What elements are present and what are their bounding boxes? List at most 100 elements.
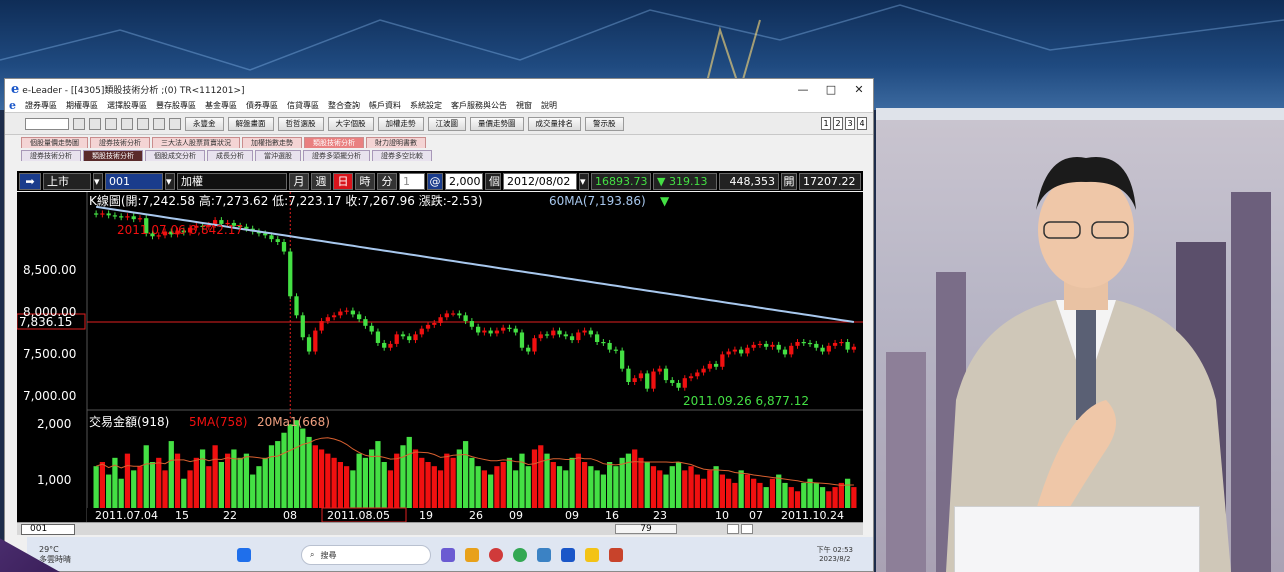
- index-change: ▼ 319.13: [653, 172, 717, 190]
- tab-item[interactable]: 證券多頭擺分析: [303, 150, 370, 161]
- close-button[interactable]: ✕: [845, 83, 873, 96]
- toolbar-button[interactable]: 成交量排名: [527, 116, 581, 131]
- period-day-button[interactable]: 日: [333, 172, 353, 190]
- menu-item[interactable]: 說明: [541, 100, 557, 111]
- candle: [726, 351, 731, 355]
- tab-item-active[interactable]: 類股技術分析: [83, 150, 143, 161]
- chart-control-bar: ➡ 上市 ▾ 001 ▾ 加權 月 週 日 時 分 1 @ 2,000 個 20…: [17, 171, 863, 191]
- tab-item[interactable]: 加權指數走勢: [242, 137, 302, 148]
- powerpoint-icon[interactable]: [609, 548, 623, 562]
- menu-item[interactable]: 證券專區: [25, 100, 57, 111]
- tab-item[interactable]: 三大法人股票買賣狀況: [152, 137, 240, 148]
- volume-bar: [581, 462, 588, 508]
- meet-icon[interactable]: [441, 548, 455, 562]
- tool-icon[interactable]: [153, 117, 165, 130]
- chart-area[interactable]: K線圖(開:7,242.58 高:7,273.62 低:7,223.17 收:7…: [17, 192, 863, 535]
- app-icon[interactable]: [489, 548, 503, 562]
- eleader-taskbar-icon[interactable]: [561, 548, 575, 562]
- menu-item[interactable]: 信貸專區: [287, 100, 319, 111]
- period-hour-button[interactable]: 時: [355, 172, 375, 190]
- kline-info: K線圖(開:7,242.58 高:7,273.62 低:7,223.17 收:7…: [89, 193, 483, 208]
- menu-item[interactable]: 帳戶資料: [369, 100, 401, 111]
- candle: [820, 347, 825, 352]
- chrome-icon[interactable]: [513, 548, 527, 562]
- menu-item[interactable]: 期權專區: [66, 100, 98, 111]
- volume-bar: [193, 457, 199, 508]
- period-month-button[interactable]: 月: [289, 172, 309, 190]
- period-minute-button[interactable]: 分: [377, 172, 397, 190]
- toolbar-button[interactable]: 量價走勢圖: [470, 116, 524, 131]
- toolbar-button[interactable]: 江波圖: [427, 116, 466, 131]
- volume-bar: [275, 441, 281, 508]
- taskbar-clock[interactable]: 下午 02:53 2023/8/2: [817, 546, 873, 564]
- period-week-button[interactable]: 週: [311, 172, 331, 190]
- toolbar-button[interactable]: 永豐金: [185, 116, 224, 131]
- period-count-input[interactable]: 1: [399, 172, 425, 190]
- tab-item[interactable]: 財力證明書數: [366, 137, 426, 148]
- maximize-button[interactable]: □: [817, 83, 845, 96]
- toolbar-button[interactable]: 警示股: [585, 116, 624, 131]
- menu-item[interactable]: 豐存股專區: [156, 100, 196, 111]
- tab-item[interactable]: 證券多空比較: [372, 150, 432, 161]
- tab-item[interactable]: 證券技術分析: [90, 137, 150, 148]
- tab-item[interactable]: 證券技術分析: [21, 150, 81, 161]
- account-select[interactable]: [25, 117, 69, 130]
- taskbar-search-box[interactable]: ⌕ 搜尋: [301, 545, 431, 565]
- chevron-down-icon[interactable]: ▾: [165, 172, 175, 190]
- tool-icon[interactable]: [89, 117, 101, 130]
- tool-icon[interactable]: [73, 117, 85, 130]
- chevron-down-icon[interactable]: ▾: [93, 172, 103, 190]
- toolbar-button[interactable]: 解盤畫面: [227, 116, 274, 131]
- minimize-button[interactable]: —: [789, 83, 817, 96]
- sma5-label: 5MA(758): [189, 415, 247, 429]
- candle: [275, 239, 280, 242]
- menu-item[interactable]: 選擇股專區: [107, 100, 147, 111]
- zoom-out-icon[interactable]: [741, 524, 753, 534]
- tool-icon[interactable]: [121, 117, 133, 130]
- zoom-in-icon[interactable]: [727, 524, 739, 534]
- candle: [331, 315, 337, 318]
- menu-item[interactable]: 系統設定: [410, 100, 442, 111]
- page-button[interactable]: 2: [833, 117, 843, 130]
- toolbar-button[interactable]: 大字個股: [327, 116, 374, 131]
- candle: [438, 317, 443, 323]
- scroll-thumb[interactable]: 79: [615, 524, 677, 534]
- candle: [745, 347, 750, 354]
- page-button[interactable]: 1: [821, 117, 831, 130]
- menu-item[interactable]: 視窗: [516, 100, 532, 111]
- menu-item[interactable]: 客戶服務與公告: [451, 100, 507, 111]
- market-select[interactable]: 上市: [43, 172, 91, 190]
- volume-bar: [343, 466, 350, 508]
- arrow-right-icon[interactable]: ➡: [19, 172, 41, 190]
- tab-item[interactable]: 個股成交分析: [145, 150, 205, 161]
- tool-icon[interactable]: [105, 117, 117, 130]
- menu-item[interactable]: 整合查詢: [328, 100, 360, 111]
- bottom-counter[interactable]: 001: [21, 523, 75, 535]
- app-icon[interactable]: [465, 548, 479, 562]
- tab-item[interactable]: 當沖選股: [255, 150, 301, 161]
- menu-item[interactable]: 基金專區: [205, 100, 237, 111]
- page-button[interactable]: 4: [857, 117, 867, 130]
- file-explorer-icon[interactable]: [585, 548, 599, 562]
- at-label: @: [427, 172, 443, 190]
- volume-bar: [375, 441, 381, 508]
- page-button[interactable]: 3: [845, 117, 855, 130]
- candlestick-chart[interactable]: K線圖(開:7,242.58 高:7,273.62 低:7,223.17 收:7…: [17, 192, 863, 535]
- toolbar-button[interactable]: 哲哲選股: [277, 116, 324, 131]
- symbol-code-input[interactable]: 001: [105, 172, 163, 190]
- toolbar-button[interactable]: 加權走勢: [377, 116, 424, 131]
- tab-item-active[interactable]: 類股技術分析: [304, 137, 364, 148]
- tab-item[interactable]: 成長分析: [207, 150, 253, 161]
- tool-icon[interactable]: [169, 117, 181, 130]
- app-icon[interactable]: [537, 548, 551, 562]
- volume-bar: [444, 453, 450, 508]
- window-title: e-Leader - [[4305]類股技術分析 ;(0) TR<111201>…: [22, 85, 245, 96]
- menu-item[interactable]: 債券專區: [246, 100, 278, 111]
- volume-bar: [306, 436, 312, 508]
- windows-start-icon[interactable]: [237, 548, 251, 562]
- bar-count-input[interactable]: 2,000: [445, 172, 483, 190]
- date-input[interactable]: 2012/08/02: [503, 172, 577, 190]
- tool-icon[interactable]: [137, 117, 149, 130]
- chevron-down-icon[interactable]: ▾: [579, 172, 589, 190]
- tab-item[interactable]: 個股量價走勢圖: [21, 137, 88, 148]
